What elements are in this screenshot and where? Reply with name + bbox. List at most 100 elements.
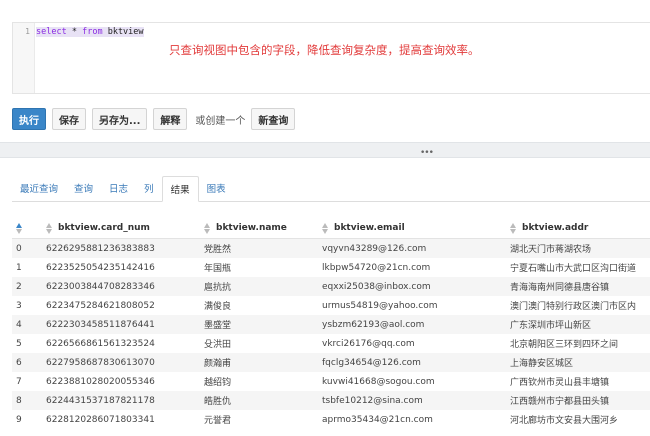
email-cell: tsbfe10212@sina.com xyxy=(322,395,423,406)
results-table: bktview.card_num bktview.name bktview.em… xyxy=(12,218,650,429)
explain-button[interactable]: 解释 xyxy=(153,108,188,130)
column-header-addr[interactable]: bktview.addr xyxy=(510,218,650,238)
splitter-grip-icon[interactable]: ••• xyxy=(420,148,434,158)
line-number: 1 xyxy=(25,27,30,36)
card-num-cell: 6227958687830613070 xyxy=(46,357,155,368)
pane-splitter[interactable]: ••• xyxy=(0,142,650,158)
execute-button[interactable]: 执行 xyxy=(12,108,46,130)
column-header-name[interactable]: bktview.name xyxy=(204,218,322,238)
email-cell: aprmo35434@21cn.com xyxy=(322,414,433,425)
save-as-button[interactable]: 另存为... xyxy=(92,108,148,130)
tab-columns[interactable]: 列 xyxy=(136,175,162,201)
table-row[interactable]: 5 6226566861561323524 殳洪田 vkrci26176@qq.… xyxy=(12,334,650,353)
name-cell: 满俊良 xyxy=(204,302,232,312)
name-cell: 墨盛堂 xyxy=(204,321,232,331)
name-cell: 越绍钧 xyxy=(204,378,232,388)
email-cell: eqxxi25038@inbox.com xyxy=(322,281,431,292)
name-cell: 颜瀚甫 xyxy=(204,359,232,369)
sort-asc-icon[interactable] xyxy=(16,222,22,234)
email-cell: fqclg34654@126.com xyxy=(322,357,421,368)
editor-gutter: 1 xyxy=(13,23,35,93)
table-row[interactable]: 2 6223003844708283346 扈抗抗 eqxxi25038@inb… xyxy=(12,277,650,296)
addr-cell: 江西赣州市宁都县田头镇 xyxy=(510,397,610,407)
name-cell: 殳洪田 xyxy=(204,340,232,350)
column-header-label: bktview.email xyxy=(334,223,405,233)
index-header[interactable] xyxy=(16,218,36,238)
tab-chart[interactable]: 图表 xyxy=(199,175,234,201)
code-keyword-from: from xyxy=(82,27,103,37)
name-cell: 皓胜仇 xyxy=(204,397,232,407)
table-row[interactable]: 3 6223475284621808052 满俊良 urmus54819@yah… xyxy=(12,296,650,315)
sort-icon[interactable] xyxy=(46,222,52,234)
row-index: 1 xyxy=(16,262,22,273)
save-button[interactable]: 保存 xyxy=(52,108,86,130)
row-index: 6 xyxy=(16,357,22,368)
tab-recent-queries[interactable]: 最近查询 xyxy=(12,175,66,201)
column-header-card-num[interactable]: bktview.card_num xyxy=(46,218,204,238)
table-row[interactable]: 8 6224431537187821178 皓胜仇 tsbfe10212@sin… xyxy=(12,391,650,410)
table-row[interactable]: 7 6223881028020055346 越绍钧 kuvwi41668@sog… xyxy=(12,372,650,391)
sort-icon[interactable] xyxy=(322,222,328,234)
card-num-cell: 6223003844708283346 xyxy=(46,281,155,292)
email-cell: kuvwi41668@sogou.com xyxy=(322,376,435,387)
column-header-email[interactable]: bktview.email xyxy=(322,218,510,238)
sort-icon[interactable] xyxy=(204,222,210,234)
table-row[interactable]: 0 6226295881236383883 党胜然 vqyvn43289@126… xyxy=(12,239,650,258)
card-num-cell: 6222303458511876441 xyxy=(46,319,155,330)
card-num-cell: 6226566861561323524 xyxy=(46,338,155,349)
addr-cell: 广东深圳市坪山新区 xyxy=(510,321,592,331)
tab-log[interactable]: 日志 xyxy=(101,175,136,201)
row-index: 9 xyxy=(16,414,22,425)
email-cell: urmus54819@yahoo.com xyxy=(322,300,438,311)
addr-cell: 湖北天门市蒋湖农场 xyxy=(510,245,592,255)
code-table-name: bktview xyxy=(107,27,144,37)
table-header-row: bktview.card_num bktview.name bktview.em… xyxy=(12,218,650,239)
tab-results[interactable]: 结果 xyxy=(161,176,199,202)
query-toolbar: 执行 保存 另存为... 解释 或创建一个 新查询 xyxy=(12,108,301,130)
email-cell: vqyvn43289@126.com xyxy=(322,243,427,254)
row-index: 7 xyxy=(16,376,22,387)
row-index: 8 xyxy=(16,395,22,406)
card-num-cell: 6226295881236383883 xyxy=(46,243,155,254)
code-line[interactable]: select * from bktview xyxy=(36,27,144,37)
name-cell: 元誉君 xyxy=(204,416,232,426)
row-index: 2 xyxy=(16,281,22,292)
name-cell: 年国瓶 xyxy=(204,264,232,274)
code-keyword-select: select xyxy=(36,27,67,37)
row-index: 4 xyxy=(16,319,22,330)
or-create-label: 或创建一个 xyxy=(195,115,246,127)
table-row[interactable]: 9 6228120286071803341 元誉君 aprmo35434@21c… xyxy=(12,410,650,429)
addr-cell: 澳门澳门特别行政区澳门市区内 xyxy=(510,302,637,312)
addr-cell: 宁夏石嘴山市大武口区沟口街道 xyxy=(510,264,637,274)
new-query-button[interactable]: 新查询 xyxy=(251,108,296,130)
column-header-label: bktview.name xyxy=(216,223,287,233)
result-tabs: 最近查询 查询 日志 列 结果 图表 xyxy=(12,175,650,202)
code-star: * xyxy=(71,27,77,37)
addr-cell: 广西钦州市灵山县丰塘镇 xyxy=(510,378,610,388)
card-num-cell: 6223525054235142416 xyxy=(46,262,155,273)
row-index: 3 xyxy=(16,300,22,311)
email-cell: lkbpw54720@21cn.com xyxy=(322,262,431,273)
annotation-text: 只查询视图中包含的字段，降低查询复杂度，提高查询效率。 xyxy=(169,43,480,57)
addr-cell: 北京朝阳区三环到四环之间 xyxy=(510,340,619,350)
name-cell: 扈抗抗 xyxy=(204,283,232,293)
tab-query[interactable]: 查询 xyxy=(66,175,101,201)
card-num-cell: 6223475284621808052 xyxy=(46,300,155,311)
row-index: 0 xyxy=(16,243,22,254)
table-row[interactable]: 1 6223525054235142416 年国瓶 lkbpw54720@21c… xyxy=(12,258,650,277)
sql-editor[interactable]: 1 select * from bktview xyxy=(12,22,650,94)
table-row[interactable]: 6 6227958687830613070 颜瀚甫 fqclg34654@126… xyxy=(12,353,650,372)
column-header-label: bktview.addr xyxy=(522,223,589,233)
email-cell: vkrci26176@qq.com xyxy=(322,338,415,349)
row-index: 5 xyxy=(16,338,22,349)
sort-icon[interactable] xyxy=(510,222,516,234)
email-cell: ysbzm62193@aol.com xyxy=(322,319,425,330)
card-num-cell: 6228120286071803341 xyxy=(46,414,155,425)
addr-cell: 河北廊坊市文安县大围河乡 xyxy=(510,416,619,426)
addr-cell: 青海海南州同德县唐谷镇 xyxy=(510,283,610,293)
column-header-label: bktview.card_num xyxy=(58,223,150,233)
addr-cell: 上海静安区城区 xyxy=(510,359,574,369)
name-cell: 党胜然 xyxy=(204,245,232,255)
table-row[interactable]: 4 6222303458511876441 墨盛堂 ysbzm62193@aol… xyxy=(12,315,650,334)
card-num-cell: 6223881028020055346 xyxy=(46,376,155,387)
